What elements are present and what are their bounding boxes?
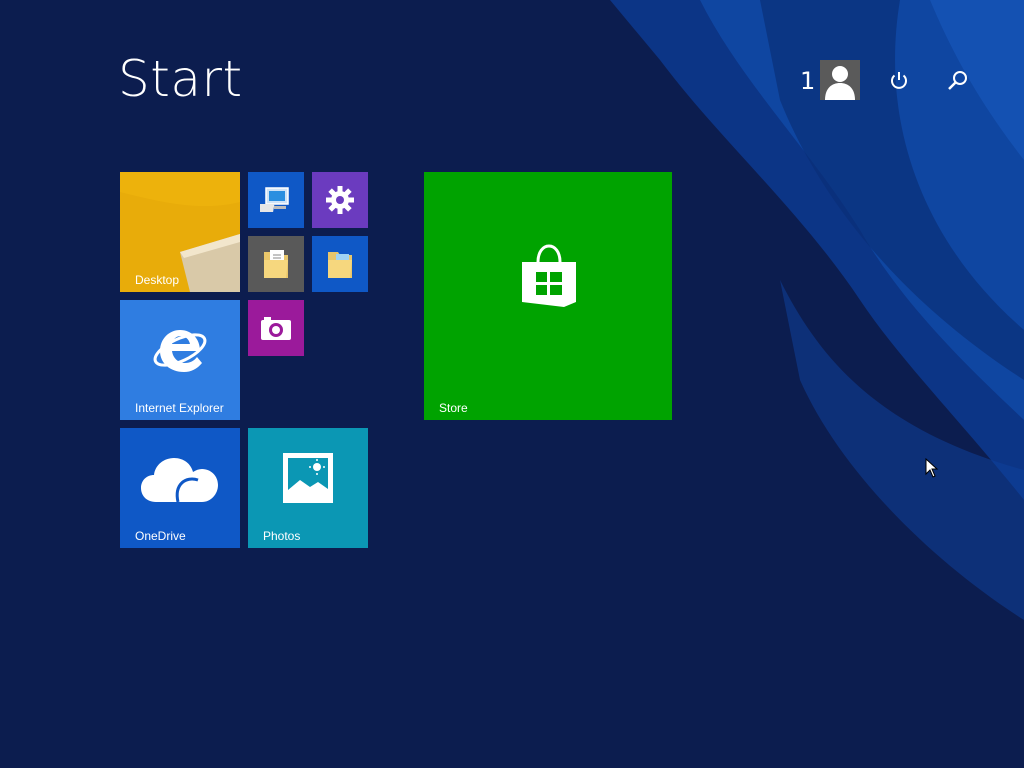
documents-tile[interactable] — [248, 236, 304, 292]
cloud-icon — [141, 458, 218, 503]
internet-explorer-tile[interactable]: Internet Explorer — [120, 300, 240, 420]
search-icon — [948, 71, 967, 90]
user-avatar[interactable] — [820, 60, 860, 100]
camera-icon — [261, 317, 291, 340]
desktop-tile-label: Desktop — [135, 273, 180, 287]
desktop-tile[interactable]: Desktop — [120, 172, 240, 292]
photos-tile-label: Photos — [263, 529, 301, 543]
photo-icon — [283, 453, 333, 503]
this-pc-tile[interactable] — [248, 172, 304, 228]
store-tile-label: Store — [439, 401, 468, 415]
power-button[interactable] — [884, 66, 914, 96]
user-name[interactable]: 1 — [800, 67, 815, 95]
file-explorer-tile[interactable] — [312, 236, 368, 292]
camera-tile[interactable] — [248, 300, 304, 356]
search-button[interactable] — [943, 66, 973, 96]
onedrive-tile[interactable]: OneDrive — [120, 428, 240, 548]
store-bag-icon — [522, 244, 576, 307]
power-icon — [891, 72, 907, 89]
start-title: Start — [118, 50, 243, 108]
pc-settings-tile[interactable] — [312, 172, 368, 228]
computer-icon — [260, 187, 289, 212]
internet-explorer-tile-label: Internet Explorer — [135, 401, 224, 415]
folder-icon — [328, 252, 352, 278]
gear-icon — [326, 186, 354, 214]
mouse-pointer-icon — [925, 458, 939, 478]
onedrive-tile-label: OneDrive — [135, 529, 186, 543]
photos-tile[interactable]: Photos — [248, 428, 368, 548]
store-tile[interactable]: Store — [424, 172, 672, 420]
user-silhouette-icon — [825, 66, 855, 100]
internet-explorer-icon — [153, 330, 207, 372]
documents-folder-icon — [264, 250, 288, 278]
